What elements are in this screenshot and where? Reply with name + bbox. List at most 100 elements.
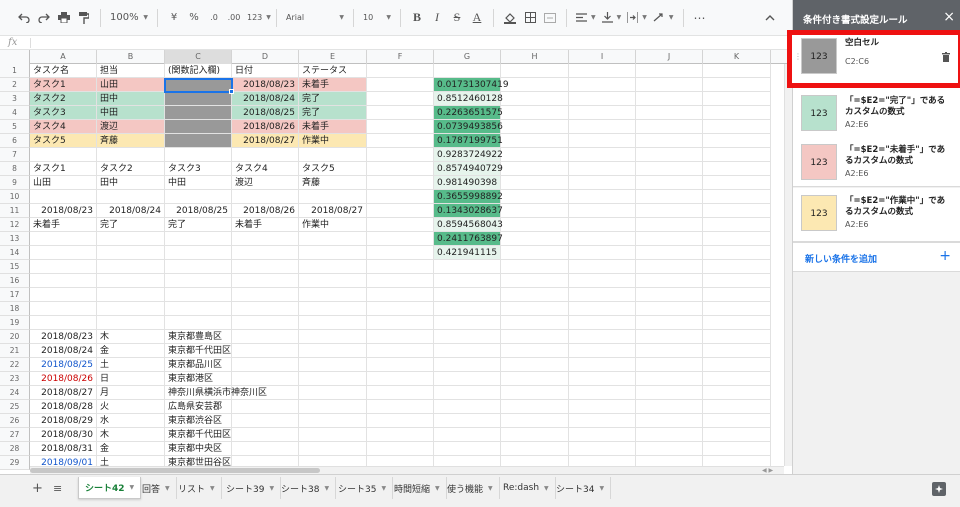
cell-j20[interactable] (636, 330, 703, 344)
cell-c3[interactable] (165, 92, 232, 106)
cell-f23[interactable] (367, 372, 434, 386)
cell-e17[interactable] (299, 288, 367, 302)
cell-e10[interactable] (299, 190, 367, 204)
cell-h3[interactable] (501, 92, 569, 106)
cell-c1[interactable]: (関数記入欄) (165, 64, 232, 78)
paint-format-button[interactable] (74, 7, 94, 29)
cell-i5[interactable] (569, 120, 636, 134)
text-wrap-button[interactable]: ▼ (624, 7, 650, 29)
cell-f7[interactable] (367, 148, 434, 162)
column-header-f[interactable]: F (367, 50, 434, 64)
cell-i26[interactable] (569, 414, 636, 428)
row-header[interactable]: 11 (0, 204, 30, 218)
cell-d18[interactable] (232, 302, 299, 316)
cell-j24[interactable] (636, 386, 703, 400)
column-header-d[interactable]: D (232, 50, 299, 64)
cell-f17[interactable] (367, 288, 434, 302)
font-select[interactable]: Arial ▼ (283, 7, 347, 29)
more-formats-select[interactable]: 123 ▼ (244, 7, 271, 29)
formula-bar[interactable]: fx (0, 36, 792, 50)
cell-a13[interactable] (30, 232, 97, 246)
cell-a20[interactable]: 2018/08/23 (30, 330, 97, 344)
cell-c14[interactable] (165, 246, 232, 260)
cell-b20[interactable]: 木 (97, 330, 165, 344)
cell-j13[interactable] (636, 232, 703, 246)
cell-a16[interactable] (30, 274, 97, 288)
cell-b10[interactable] (97, 190, 165, 204)
horizontal-scrollbar[interactable] (30, 466, 784, 474)
trash-icon[interactable] (942, 52, 950, 62)
row-header[interactable]: 4 (0, 106, 30, 120)
cell-a15[interactable] (30, 260, 97, 274)
row-header[interactable]: 8 (0, 162, 30, 176)
cell-d24[interactable] (232, 386, 299, 400)
cell-g27[interactable] (434, 428, 501, 442)
cell-i7[interactable] (569, 148, 636, 162)
cell-h13[interactable] (501, 232, 569, 246)
row-header[interactable]: 9 (0, 176, 30, 190)
cell-k10[interactable] (703, 190, 771, 204)
horizontal-align-button[interactable]: ▼ (573, 7, 599, 29)
row-header[interactable]: 1 (0, 64, 30, 78)
cell-b2[interactable]: 山田 (97, 78, 165, 92)
cell-b6[interactable]: 斉藤 (97, 134, 165, 148)
cell-e12[interactable]: 作業中 (299, 218, 367, 232)
cell-b3[interactable]: 田中 (97, 92, 165, 106)
cell-d14[interactable] (232, 246, 299, 260)
cell-a23[interactable]: 2018/08/26 (30, 372, 97, 386)
cell-k13[interactable] (703, 232, 771, 246)
cell-a10[interactable] (30, 190, 97, 204)
cell-j15[interactable] (636, 260, 703, 274)
text-color-button[interactable]: A (467, 7, 487, 29)
undo-button[interactable] (14, 7, 34, 29)
cell-d12[interactable]: 未着手 (232, 218, 299, 232)
row-header[interactable]: 21 (0, 344, 30, 358)
cell-i20[interactable] (569, 330, 636, 344)
cell-a11[interactable]: 2018/08/23 (30, 204, 97, 218)
row-header[interactable]: 25 (0, 400, 30, 414)
cell-a12[interactable]: 未着手 (30, 218, 97, 232)
cell-j18[interactable] (636, 302, 703, 316)
cell-c4[interactable] (165, 106, 232, 120)
cell-f14[interactable] (367, 246, 434, 260)
cell-h25[interactable] (501, 400, 569, 414)
cell-d7[interactable] (232, 148, 299, 162)
cell-c13[interactable] (165, 232, 232, 246)
cell-g8[interactable]: 0.8574940729 (434, 162, 503, 176)
row-header[interactable]: 14 (0, 246, 30, 260)
chevron-down-icon[interactable]: ▼ (488, 485, 493, 492)
spreadsheet-grid[interactable]: ABCDEFGHIJK 1 タスク名 担当 (関数記入欄) 日付 ステータス 2 タスク1 山田… (0, 50, 792, 474)
add-sheet-button[interactable]: + (32, 481, 43, 496)
cell-d8[interactable]: タスク4 (232, 162, 299, 176)
cell-a21[interactable]: 2018/08/24 (30, 344, 97, 358)
cell-g11[interactable]: 0.1343028637 (434, 204, 503, 218)
cell-i12[interactable] (569, 218, 636, 232)
cell-g4[interactable]: 0.2263651575 (434, 106, 503, 120)
cell-a18[interactable] (30, 302, 97, 316)
row-header[interactable]: 10 (0, 190, 30, 204)
row-header[interactable]: 27 (0, 428, 30, 442)
cell-g18[interactable] (434, 302, 501, 316)
cell-b17[interactable] (97, 288, 165, 302)
cell-k2[interactable] (703, 78, 771, 92)
sheet-tab[interactable]: 回答 ▼ (136, 477, 177, 499)
cell-h16[interactable] (501, 274, 569, 288)
cell-k11[interactable] (703, 204, 771, 218)
cell-c5[interactable] (165, 120, 232, 134)
cell-f1[interactable] (367, 64, 434, 78)
cell-f2[interactable] (367, 78, 434, 92)
cell-k12[interactable] (703, 218, 771, 232)
more-button[interactable]: ⋯ (690, 7, 710, 29)
sheet-tab[interactable]: シート35 ▼ (332, 477, 394, 499)
cell-c24[interactable]: 神奈川県横浜市神奈川区 (165, 386, 267, 400)
add-rule-button[interactable]: 新しい条件を追加 + (793, 242, 960, 272)
cell-j11[interactable] (636, 204, 703, 218)
cell-j27[interactable] (636, 428, 703, 442)
cell-g16[interactable] (434, 274, 501, 288)
cell-j1[interactable] (636, 64, 703, 78)
row-header[interactable]: 20 (0, 330, 30, 344)
cell-j23[interactable] (636, 372, 703, 386)
collapse-toolbar-button[interactable] (760, 7, 780, 29)
cell-c26[interactable]: 東京都渋谷区 (165, 414, 232, 428)
conditional-rule[interactable]: 123 「=$E2="未着手"」であるカスタムの数式 A2:E6 (793, 137, 960, 187)
